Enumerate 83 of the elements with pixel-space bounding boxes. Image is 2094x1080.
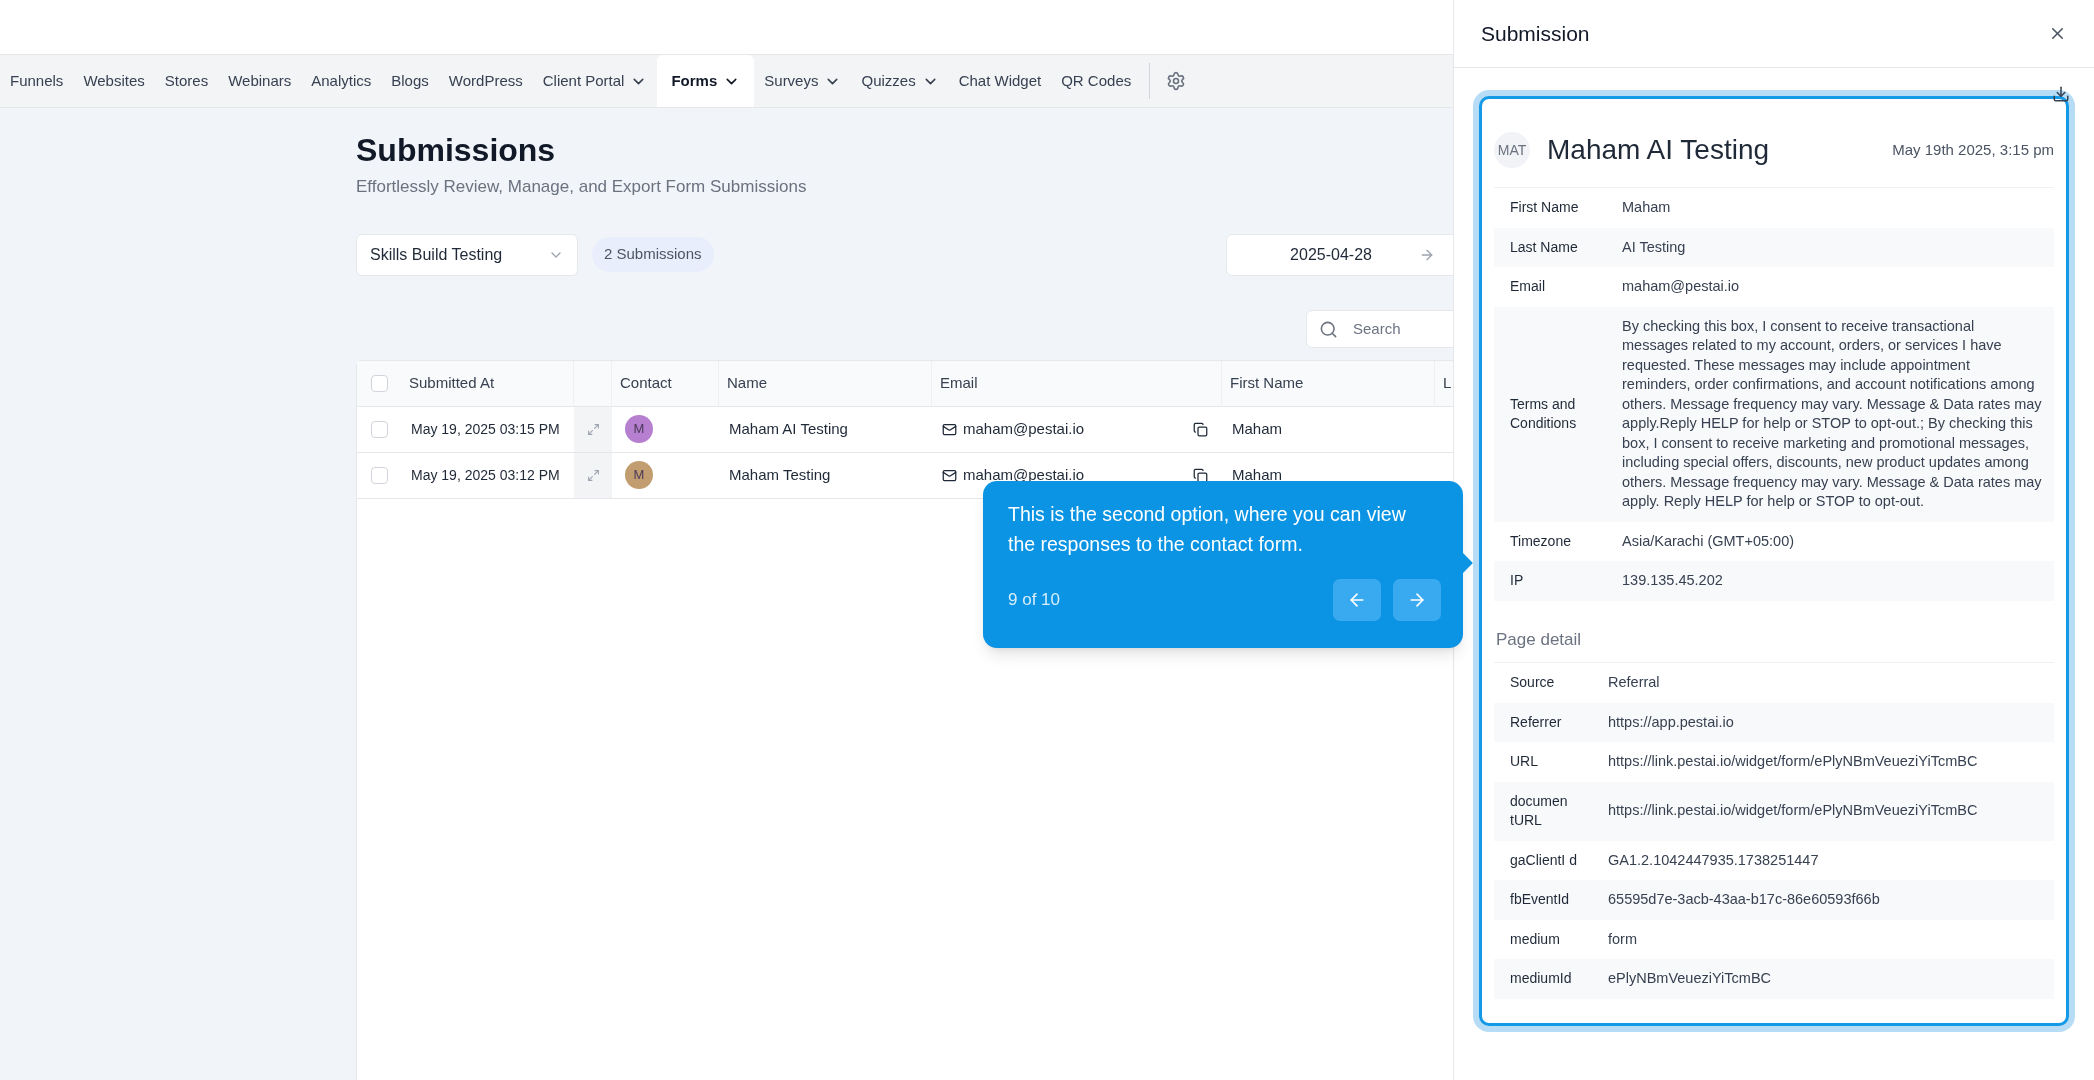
contact-avatar: M — [625, 461, 653, 489]
next-button[interactable] — [1393, 579, 1441, 621]
column-header: L — [1443, 372, 1452, 393]
nav-tab[interactable]: Websites — [73, 55, 155, 107]
column-header: Email — [940, 372, 978, 393]
checkbox[interactable] — [370, 420, 388, 438]
previous-button[interactable] — [1333, 579, 1381, 621]
field-value: form — [1608, 929, 1638, 949]
field-label: medium — [1509, 929, 1561, 949]
copy-icon[interactable] — [1193, 421, 1208, 437]
search-field[interactable]: Search — [1306, 309, 1453, 348]
download-icon[interactable] — [2052, 85, 2070, 103]
section-heading: Page detail — [1495, 628, 1583, 651]
field-value: maham@pestai.io — [1622, 277, 1741, 296]
nav-tab[interactable]: Surveys — [754, 55, 852, 107]
table-cell: Maham — [1232, 419, 1283, 437]
field-value: 139.135.45.202 — [1622, 571, 1724, 590]
page-subtitle: Effortlessly Review, Manage, and Export Form Submissions — [356, 176, 808, 198]
step-counter: 9 of 10 — [1008, 589, 1060, 612]
table-cell: Maham AI Testing — [729, 419, 848, 437]
nav-tab[interactable]: QR Codes — [1051, 55, 1142, 107]
table-cell-text: maham@pestai.io — [963, 418, 1086, 439]
date-field[interactable]: 2025-04-28 — [1226, 233, 1453, 276]
field-label: Timezone — [1509, 531, 1572, 551]
form-select[interactable]: Skills Build Testing — [356, 233, 578, 276]
field-value: https://link.pestai.io/widget/form/ePlyNBmVeueziYiTcmBC — [1608, 752, 1979, 771]
expand-icon[interactable] — [586, 422, 600, 436]
nav-tab[interactable]: Chat Widget — [948, 55, 1052, 107]
field-label: Source — [1509, 673, 1556, 692]
drawer-title: Submission — [1481, 20, 1590, 47]
nav-tab[interactable]: WordPress — [438, 55, 533, 107]
nav-tab[interactable]: Client Portal — [532, 55, 658, 107]
submission-date: May 19th 2025, 3:15 pm — [1892, 139, 2054, 160]
expand-icon[interactable] — [586, 468, 600, 482]
page-title: Submissions — [356, 131, 557, 170]
nav-tab[interactable]: Stores — [154, 55, 219, 107]
field-label: Terms and Conditions — [1509, 394, 1578, 433]
field-label: Last Name — [1509, 237, 1579, 257]
field-label: Referrer — [1509, 712, 1563, 732]
field-label: fbEventId — [1509, 890, 1571, 909]
field-label: mediumId — [1509, 969, 1573, 988]
field-value: https://link.pestai.io/widget/form/ePlyNBmVeueziYiTcmBC — [1608, 801, 1979, 821]
mail-icon — [942, 467, 957, 483]
submitter-name: Maham AI Testing — [1547, 133, 1771, 167]
mail-icon — [942, 421, 957, 437]
table-cell: May 19, 2025 03:15 PM — [411, 420, 560, 437]
field-value: Asia/Karachi (GMT+05:00) — [1622, 531, 1796, 551]
checkbox[interactable] — [370, 374, 388, 392]
search-icon — [1319, 319, 1338, 339]
field-value: By checking this box, I consent to receive transactional messages related to my account, orders, or services I have requested. These messages may include appointment reminders, order confirmations, and account notifications among others. Message frequency may vary. Message & Data rates may apply.Reply HELP for help or STOP to opt-out.; By checking this box, I consent to receive marketing and promotional messages, including special offers, discounts, new product updates among others. Message frequency may vary. Message & Data rates may apply. Reply HELP for help or STOP to opt-out. — [1622, 316, 2043, 511]
field-value: AI Testing — [1622, 237, 1687, 257]
table-cell: Maham — [1232, 465, 1283, 483]
field-label: Email — [1509, 277, 1546, 296]
field-value: https://app.pestai.io — [1608, 712, 1735, 732]
field-value: ePlyNBmVeueziYiTcmBC — [1608, 969, 1773, 988]
tour-text: This is the second option, where you can view the responses to the contact form. — [1008, 502, 1407, 557]
copy-icon[interactable] — [1193, 467, 1208, 483]
field-value: Maham — [1622, 198, 1672, 217]
field-label: First Name — [1509, 198, 1580, 217]
table-cell: Maham Testing — [729, 465, 831, 483]
nav-tab[interactable]: Blogs — [381, 55, 439, 107]
column-header: Submitted At — [409, 372, 495, 393]
checkbox[interactable] — [370, 466, 388, 484]
nav-tab[interactable]: Analytics — [301, 55, 382, 107]
table-cell-text: maham@pestai.io — [963, 464, 1086, 485]
nav-tab[interactable]: Forms — [657, 55, 755, 107]
nav-tab[interactable]: Quizzes — [851, 55, 949, 107]
field-label: URL — [1509, 752, 1539, 771]
nav-tab[interactable]: Webinars — [218, 55, 302, 107]
column-header: Name — [727, 372, 767, 393]
field-value: Referral — [1608, 673, 1661, 692]
nav-tab[interactable]: Funnels — [0, 55, 74, 107]
field-label: documen tURL — [1509, 791, 1569, 830]
count-badge: 2 Submissions — [592, 237, 714, 272]
field-value: 65595d7e-3acb-43aa-b17c-86e60593f66b — [1608, 890, 1881, 909]
field-label: gaClientI d — [1509, 850, 1578, 870]
table-cell: May 19, 2025 03:12 PM — [411, 466, 560, 483]
contact-avatar: M — [625, 415, 653, 443]
column-header: Contact — [620, 372, 672, 393]
field-value: GA1.2.1042447935.1738251447 — [1608, 850, 1820, 870]
avatar: MAT — [1494, 132, 1530, 168]
field-label: IP — [1509, 571, 1525, 590]
column-header: First Name — [1230, 372, 1304, 393]
